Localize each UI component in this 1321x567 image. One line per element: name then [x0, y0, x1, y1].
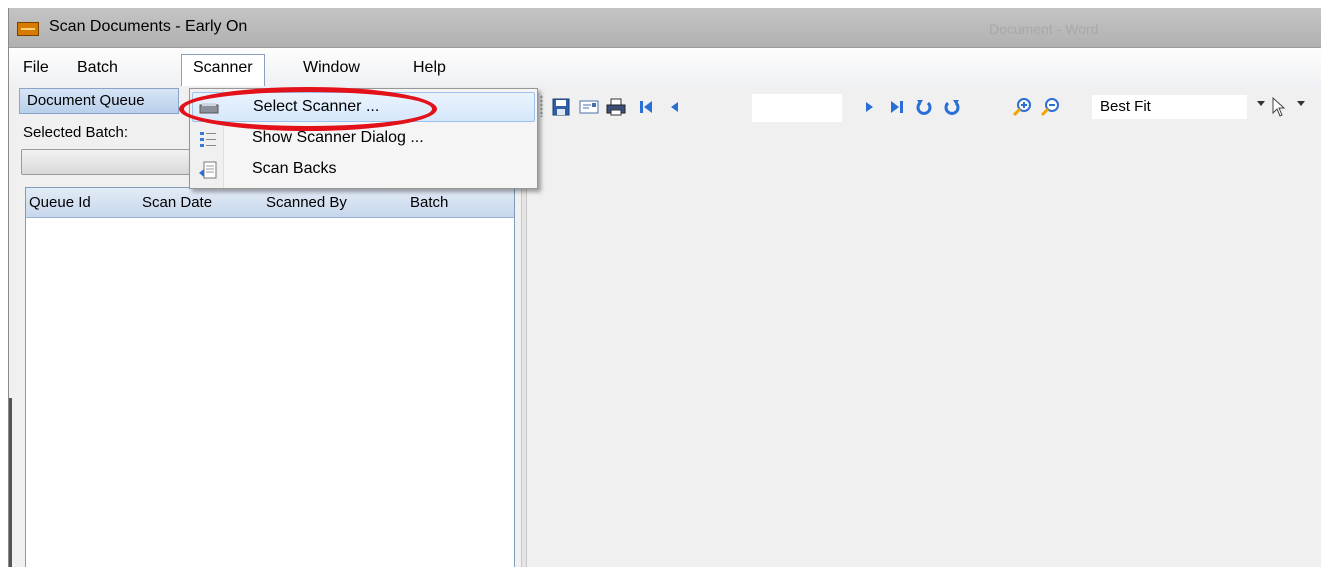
previous-page-icon[interactable]	[664, 97, 684, 117]
menu-item-label: Scan Backs	[252, 160, 337, 177]
menu-item-label: Show Scanner Dialog ...	[252, 129, 424, 146]
menu-item-label: Select Scanner ...	[253, 98, 380, 115]
tab-document-queue[interactable]: Document Queue	[19, 88, 179, 114]
zoom-in-icon[interactable]	[1012, 97, 1032, 117]
column-scanned-by[interactable]: Scanned By	[266, 194, 347, 211]
next-page-icon[interactable]	[860, 97, 880, 117]
menu-item-scan-backs[interactable]: Scan Backs	[192, 155, 535, 185]
menu-file[interactable]: File	[19, 57, 53, 81]
background-window-title: Document - Word	[989, 21, 1099, 37]
menu-item-select-scanner[interactable]: Select Scanner ...	[192, 92, 535, 122]
menu-help[interactable]: Help	[409, 57, 450, 81]
window-edge	[9, 398, 12, 567]
rotate-right-icon[interactable]	[942, 97, 962, 117]
pointer-tool-icon[interactable]	[1270, 96, 1288, 118]
page-number-input[interactable]	[752, 94, 842, 122]
pointer-dropdown-arrow-icon[interactable]	[1297, 101, 1305, 106]
scanner-icon	[199, 99, 219, 117]
window-title: Scan Documents - Early On	[49, 18, 248, 35]
toolbar-grip[interactable]	[540, 95, 543, 117]
menu-window[interactable]: Window	[299, 57, 364, 81]
column-scan-date[interactable]: Scan Date	[142, 194, 212, 211]
menu-batch[interactable]: Batch	[73, 57, 122, 81]
grid-header: Queue Id Scan Date Scanned By Batch	[26, 188, 514, 218]
dialog-list-icon	[198, 130, 218, 148]
viewer-toolbar: Best Fit	[537, 88, 1321, 128]
app-window: Scan Documents - Early On Document - Wor…	[8, 8, 1321, 567]
zoom-dropdown-arrow-icon[interactable]	[1257, 101, 1265, 106]
last-page-icon[interactable]	[887, 97, 907, 117]
column-batch[interactable]: Batch	[410, 194, 448, 211]
print-icon[interactable]	[606, 97, 626, 117]
selected-batch-label: Selected Batch:	[23, 124, 129, 141]
menu-item-show-scanner-dialog[interactable]: Show Scanner Dialog ...	[192, 124, 535, 154]
zoom-select[interactable]: Best Fit	[1092, 95, 1247, 119]
column-queue-id[interactable]: Queue Id	[29, 194, 91, 211]
rotate-left-icon[interactable]	[914, 97, 934, 117]
scanner-menu-dropdown: Select Scanner ... Show Scanner Dialog .…	[189, 88, 538, 189]
save-icon[interactable]	[551, 97, 571, 117]
first-page-icon[interactable]	[636, 97, 656, 117]
queue-grid[interactable]: Queue Id Scan Date Scanned By Batch	[25, 187, 515, 567]
title-bar: Scan Documents - Early On Document - Wor…	[9, 8, 1321, 48]
zoom-out-icon[interactable]	[1040, 97, 1060, 117]
menu-scanner[interactable]: Scanner	[181, 54, 265, 86]
app-logo-icon	[17, 22, 39, 36]
menu-bar: File Batch Scanner Window Help	[9, 48, 1321, 88]
scan-backs-icon	[198, 161, 218, 179]
email-icon[interactable]	[579, 97, 599, 117]
